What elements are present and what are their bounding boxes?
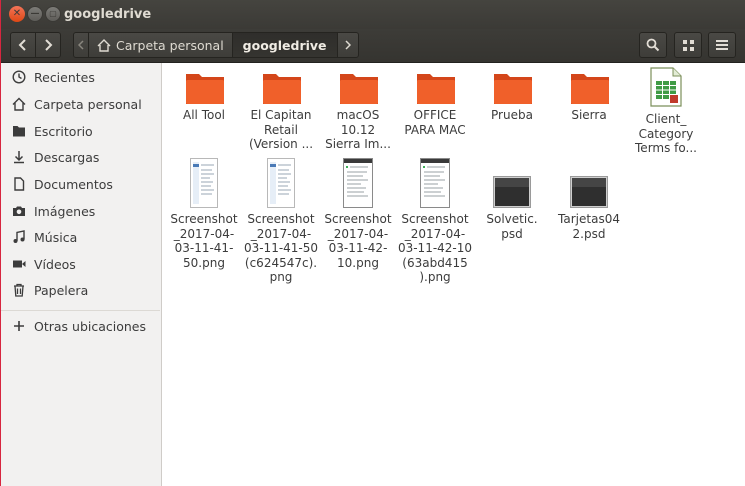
- path-segment-label: Carpeta personal: [116, 37, 224, 53]
- minimize-icon: —: [30, 8, 40, 19]
- chevron-right-icon: [345, 40, 351, 50]
- sidebar-item-descargas[interactable]: Descargas: [1, 145, 161, 169]
- file-name: Screenshot _2017-04- 03-11-42-10 (63abd4…: [397, 212, 473, 284]
- home-icon: [97, 38, 111, 52]
- view-toggle-button[interactable]: [674, 32, 702, 58]
- sidebar-item-videos[interactable]: Vídeos: [1, 252, 161, 276]
- toolbar: Carpeta personal googledrive: [1, 29, 745, 63]
- file-name: Sierra: [571, 108, 607, 122]
- sidebar-item-carpeta-personal[interactable]: Carpeta personal: [1, 92, 161, 116]
- close-window-button[interactable]: ✕: [9, 6, 25, 22]
- trash-icon: [14, 283, 24, 297]
- sidebar-item-label: Carpeta personal: [34, 97, 142, 112]
- file-name: Prueba: [491, 108, 533, 122]
- folder-icon: [417, 74, 455, 104]
- sidebar-divider: [1, 310, 160, 311]
- image-thumbnail-icon: [190, 158, 218, 208]
- file-name: Solvetic. psd: [486, 212, 538, 241]
- title-bar: ✕ — ▢ googledrive: [1, 0, 745, 29]
- folder-icon: [263, 74, 301, 104]
- image-thumbnail-icon: [343, 158, 373, 208]
- clock-icon: [12, 70, 26, 84]
- file-name: Client_ Category Terms fo...: [635, 112, 697, 155]
- file-name: Screenshot _2017-04- 03-11-41-50 (c62454…: [243, 212, 319, 284]
- file-name: Screenshot _2017-04- 03-11-42- 10.png: [324, 212, 392, 270]
- chevron-left-icon: [18, 39, 26, 51]
- sidebar-item-label: Vídeos: [34, 257, 76, 272]
- psd-thumbnail-icon: [570, 176, 608, 208]
- maximize-window-button[interactable]: ▢: [45, 6, 61, 22]
- minimize-window-button[interactable]: —: [27, 6, 43, 22]
- maximize-icon: ▢: [49, 9, 57, 18]
- document-icon: [14, 177, 25, 191]
- back-button[interactable]: [10, 32, 36, 58]
- sidebar-item-label: Música: [34, 230, 78, 245]
- close-icon: ✕: [12, 8, 22, 19]
- search-icon: [646, 38, 660, 52]
- sidebar-item-label: Papelera: [34, 283, 89, 298]
- path-scroll-left-button[interactable]: [73, 32, 89, 58]
- sidebar-item-label: Otras ubicaciones: [34, 319, 147, 334]
- image-thumbnail-icon: [420, 158, 450, 208]
- sidebar-item-label: Recientes: [34, 70, 95, 85]
- sidebar-item-label: Descargas: [34, 150, 100, 165]
- plus-icon: [14, 321, 24, 331]
- download-icon: [14, 151, 24, 164]
- path-scroll-right-button[interactable]: [336, 32, 359, 58]
- file-name: Tarjetas04 2.psd: [558, 212, 620, 241]
- desktop-folder-icon: [13, 126, 25, 137]
- path-segment-current[interactable]: googledrive: [231, 32, 338, 58]
- video-icon: [13, 260, 26, 268]
- sidebar-item-label: Imágenes: [34, 204, 96, 219]
- file-name: El Capitan Retail (Version ...: [248, 108, 314, 151]
- folder-icon: [571, 74, 609, 104]
- music-icon: [13, 230, 25, 243]
- menu-button[interactable]: [708, 32, 736, 58]
- folder-icon: [340, 74, 378, 104]
- sidebar-item-papelera[interactable]: Papelera: [1, 278, 161, 302]
- folder-icon: [494, 74, 532, 104]
- psd-thumbnail-icon: [493, 176, 531, 208]
- forward-button[interactable]: [35, 32, 61, 58]
- sidebar-item-imagenes[interactable]: Imágenes: [1, 199, 161, 223]
- file-name: OFFICE PARA MAC: [404, 108, 466, 137]
- sidebar-item-documentos[interactable]: Documentos: [1, 172, 161, 196]
- file-name: Screenshot _2017-04- 03-11-41- 50.png: [170, 212, 238, 270]
- chevron-left-icon: [78, 40, 84, 50]
- home-icon: [12, 97, 26, 111]
- sidebar-item-musica[interactable]: Música: [1, 225, 161, 249]
- path-bar: Carpeta personal googledrive: [73, 32, 359, 58]
- image-thumbnail-icon: [267, 158, 295, 208]
- file-manager-window: ✕ — ▢ googledrive Carpeta personal googl…: [1, 0, 745, 486]
- file-name: All Tool: [183, 108, 225, 122]
- sidebar-item-otras-ubicaciones[interactable]: Otras ubicaciones: [1, 314, 161, 338]
- sidebar-item-label: Escritorio: [34, 124, 93, 139]
- spreadsheet-icon: [650, 67, 682, 107]
- folder-icon: [186, 74, 224, 104]
- sidebar-item-recientes[interactable]: Recientes: [1, 65, 161, 89]
- camera-icon: [13, 206, 25, 216]
- chevron-right-icon: [45, 39, 53, 51]
- file-view: All Tool El Capitan Retail (Version ... …: [162, 63, 745, 486]
- path-segment-label: googledrive: [242, 37, 327, 53]
- file-name: macOS 10.12 Sierra Im...: [325, 108, 391, 151]
- search-button[interactable]: [639, 32, 667, 58]
- window-title: googledrive: [64, 7, 152, 22]
- path-segment-home[interactable]: Carpeta personal: [88, 32, 233, 58]
- sidebar-item-label: Documentos: [34, 177, 113, 192]
- hamburger-menu-icon: [716, 40, 728, 50]
- grid-view-icon: [682, 39, 694, 51]
- sidebar: Recientes Carpeta personal Escritorio De…: [1, 63, 162, 486]
- sidebar-item-escritorio[interactable]: Escritorio: [1, 119, 161, 143]
